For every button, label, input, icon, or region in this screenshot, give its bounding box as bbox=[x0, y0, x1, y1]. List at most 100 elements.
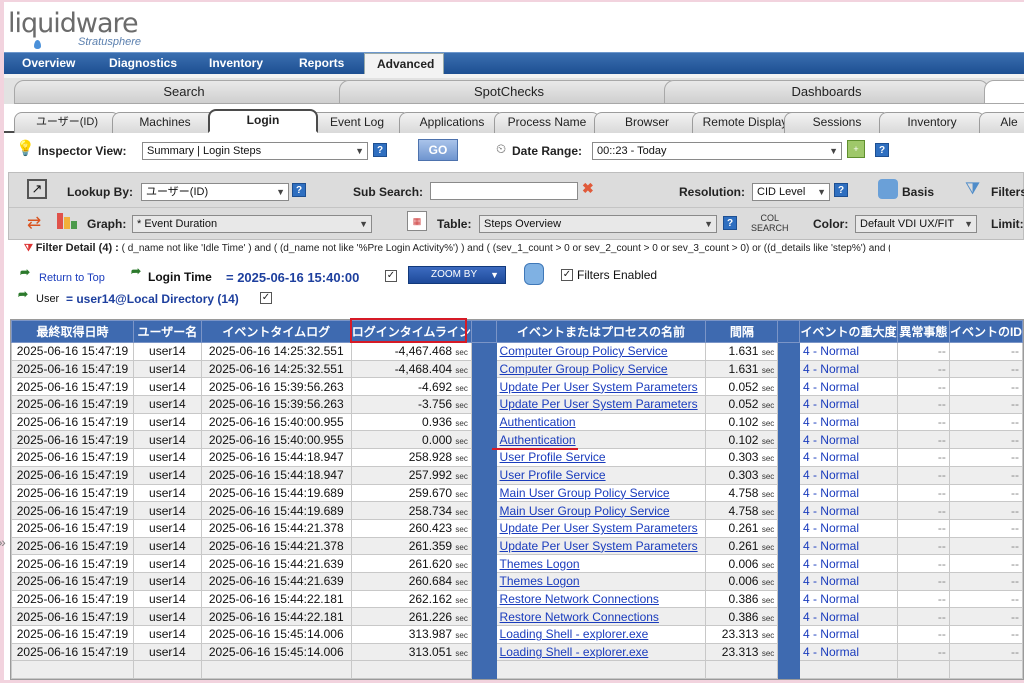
user-checkbox[interactable]: ✓ bbox=[260, 292, 272, 304]
cell-event-name[interactable]: Computer Group Policy Service bbox=[495, 359, 707, 379]
cell-event-name-text[interactable]: Authentication bbox=[500, 433, 576, 447]
col-event-name[interactable]: イベントまたはプロセスの名前 bbox=[495, 320, 707, 343]
cell-severity-text[interactable]: 4 - Normal bbox=[803, 574, 859, 588]
cell-severity-text[interactable]: 4 - Normal bbox=[803, 539, 859, 553]
inspector-view-select[interactable]: Summary | Login Steps ▼ bbox=[142, 142, 368, 160]
cell-event-name-text[interactable]: Update Per User System Parameters bbox=[500, 521, 698, 535]
cell-severity[interactable]: 4 - Normal bbox=[798, 642, 898, 662]
table-row[interactable]: 2025-06-16 15:47:19 user14 2025-06-16 15:4… bbox=[11, 589, 1023, 609]
bar-chart-icon[interactable] bbox=[57, 213, 63, 229]
subtab-alerts[interactable]: Ale bbox=[979, 112, 1024, 133]
cell-severity-text[interactable]: 4 - Normal bbox=[803, 645, 859, 659]
cell-event-name[interactable]: User Profile Service bbox=[495, 465, 707, 485]
cell-event-name-text[interactable]: Loading Shell - explorer.exe bbox=[500, 627, 649, 641]
tab-search[interactable]: Search bbox=[14, 80, 354, 104]
resolution-select[interactable]: CID Level ▼ bbox=[752, 183, 830, 201]
basis-icon[interactable] bbox=[878, 179, 898, 199]
nav-overview[interactable]: Overview bbox=[10, 53, 87, 75]
cell-severity[interactable]: 4 - Normal bbox=[798, 430, 898, 450]
cell-severity[interactable]: 4 - Normal bbox=[798, 607, 898, 626]
subtab-remote-display[interactable]: Remote Display bbox=[692, 112, 798, 133]
help-icon[interactable]: ? bbox=[292, 183, 306, 197]
subtab-sessions[interactable]: Sessions bbox=[784, 112, 890, 133]
subtab-process-name[interactable]: Process Name bbox=[494, 112, 600, 133]
help-icon[interactable]: ? bbox=[875, 143, 889, 157]
subtab-inventory[interactable]: Inventory bbox=[879, 112, 985, 133]
col-search-link[interactable]: COL SEARCH bbox=[751, 213, 789, 233]
table-row[interactable]: 2025-06-16 15:47:19 user14 2025-06-16 15:4… bbox=[11, 642, 1023, 662]
table-row[interactable]: 2025-06-16 15:47:19 user14 2025-06-16 15:4… bbox=[11, 430, 1023, 450]
cell-event-name[interactable]: Authentication bbox=[495, 412, 707, 432]
cell-event-name-text[interactable]: Authentication bbox=[500, 415, 576, 429]
cell-severity[interactable]: 4 - Normal bbox=[798, 483, 898, 503]
cell-event-name[interactable]: Update Per User System Parameters bbox=[495, 395, 707, 414]
cell-event-name-text[interactable]: Themes Logon bbox=[500, 574, 580, 588]
cell-event-name[interactable]: Main User Group Policy Service bbox=[495, 483, 707, 503]
cell-severity[interactable]: 4 - Normal bbox=[798, 501, 898, 520]
cell-event-name[interactable]: Update Per User System Parameters bbox=[495, 377, 707, 397]
calendar-add-icon[interactable]: + bbox=[847, 140, 865, 158]
filters-enabled-checkbox[interactable]: ✓ bbox=[561, 269, 573, 281]
login-time-checkbox[interactable]: ✓ bbox=[385, 270, 397, 282]
table-row[interactable]: 2025-06-16 15:47:19 user14 2025-06-16 15:4… bbox=[11, 483, 1023, 503]
cell-severity[interactable]: 4 - Normal bbox=[798, 412, 898, 432]
cell-severity-text[interactable]: 4 - Normal bbox=[803, 344, 859, 358]
col-anomaly[interactable]: 異常事態 bbox=[896, 320, 950, 343]
col-user-name[interactable]: ユーザー名 bbox=[132, 320, 202, 343]
cell-severity-text[interactable]: 4 - Normal bbox=[803, 450, 859, 464]
color-select[interactable]: Default VDI UX/FIT ▼ bbox=[855, 215, 977, 233]
tab-active-extra[interactable] bbox=[984, 80, 1024, 104]
table-row[interactable]: 2025-06-16 15:47:19 user14 2025-06-16 15:4… bbox=[11, 607, 1023, 626]
subtab-login[interactable]: Login bbox=[208, 109, 318, 133]
tab-dashboards[interactable]: Dashboards bbox=[664, 80, 989, 104]
cell-event-name-text[interactable]: Themes Logon bbox=[500, 557, 580, 571]
subtab-event-log[interactable]: Event Log bbox=[304, 112, 410, 133]
col-event-time-log[interactable]: イベントタイムログ bbox=[200, 320, 352, 343]
filter-icon[interactable]: ⧩ bbox=[965, 179, 980, 199]
table-row[interactable]: 2025-06-16 15:47:19 user14 2025-06-16 15:4… bbox=[11, 625, 1023, 644]
cell-event-name[interactable]: Update Per User System Parameters bbox=[495, 518, 707, 538]
liquidware-logo[interactable]: liquidware Stratusphere bbox=[8, 8, 141, 49]
sub-search-input[interactable] bbox=[430, 182, 578, 200]
cell-severity-text[interactable]: 4 - Normal bbox=[803, 468, 859, 482]
cell-event-name-text[interactable]: User Profile Service bbox=[500, 468, 606, 482]
clear-search-icon[interactable]: ✖ bbox=[582, 180, 594, 197]
col-event-id[interactable]: イベントのID bbox=[948, 320, 1023, 343]
cell-severity[interactable]: 4 - Normal bbox=[798, 465, 898, 485]
cell-event-name[interactable]: Restore Network Connections bbox=[495, 589, 707, 609]
cell-event-name-text[interactable]: Main User Group Policy Service bbox=[500, 486, 670, 500]
table-row[interactable]: 2025-06-16 15:47:19 user14 2025-06-16 15:4… bbox=[11, 412, 1023, 432]
zoom-by-button[interactable]: ZOOM BY ▼ bbox=[408, 266, 506, 284]
cell-event-name-text[interactable]: Update Per User System Parameters bbox=[500, 397, 698, 411]
col-last-fetched[interactable]: 最終取得日時 bbox=[11, 320, 134, 343]
cell-event-name[interactable]: Loading Shell - explorer.exe bbox=[495, 625, 707, 644]
cell-event-name-text[interactable]: Update Per User System Parameters bbox=[500, 380, 698, 394]
cell-severity-text[interactable]: 4 - Normal bbox=[803, 415, 859, 429]
cell-severity[interactable]: 4 - Normal bbox=[798, 536, 898, 556]
swap-icon[interactable]: ⇄ bbox=[27, 213, 41, 233]
nav-inventory[interactable]: Inventory bbox=[197, 53, 275, 75]
help-icon[interactable]: ? bbox=[373, 143, 387, 157]
cell-event-name[interactable]: Themes Logon bbox=[495, 554, 707, 573]
cell-event-name[interactable]: User Profile Service bbox=[495, 448, 707, 467]
cell-severity[interactable]: 4 - Normal bbox=[798, 342, 898, 361]
table-row[interactable]: 2025-06-16 15:47:19 user14 2025-06-16 15:4… bbox=[11, 554, 1023, 573]
cell-event-name-text[interactable]: Computer Group Policy Service bbox=[500, 362, 668, 376]
cell-event-name[interactable]: Update Per User System Parameters bbox=[495, 536, 707, 556]
table-row[interactable]: 2025-06-16 15:47:19 user14 2025-06-16 15:4… bbox=[11, 501, 1023, 520]
external-link-icon[interactable]: ↗ bbox=[27, 179, 47, 199]
cell-severity-text[interactable]: 4 - Normal bbox=[803, 627, 859, 641]
col-interval[interactable]: 間隔 bbox=[705, 320, 779, 343]
cell-event-name[interactable]: Themes Logon bbox=[495, 571, 707, 591]
cell-event-name-text[interactable]: Computer Group Policy Service bbox=[500, 344, 668, 358]
cell-event-name-text[interactable]: Restore Network Connections bbox=[500, 592, 659, 606]
nav-diagnostics[interactable]: Diagnostics bbox=[97, 53, 189, 75]
cell-severity-text[interactable]: 4 - Normal bbox=[803, 521, 859, 535]
cell-severity-text[interactable]: 4 - Normal bbox=[803, 557, 859, 571]
subtab-machines[interactable]: Machines bbox=[112, 112, 218, 133]
cell-severity-text[interactable]: 4 - Normal bbox=[803, 504, 859, 518]
table-row[interactable]: 2025-06-16 15:47:19 user14 2025-06-16 15:3… bbox=[11, 395, 1023, 414]
col-severity[interactable]: イベントの重大度 bbox=[798, 320, 898, 343]
go-button[interactable]: GO bbox=[418, 139, 458, 161]
cell-severity[interactable]: 4 - Normal bbox=[798, 359, 898, 379]
